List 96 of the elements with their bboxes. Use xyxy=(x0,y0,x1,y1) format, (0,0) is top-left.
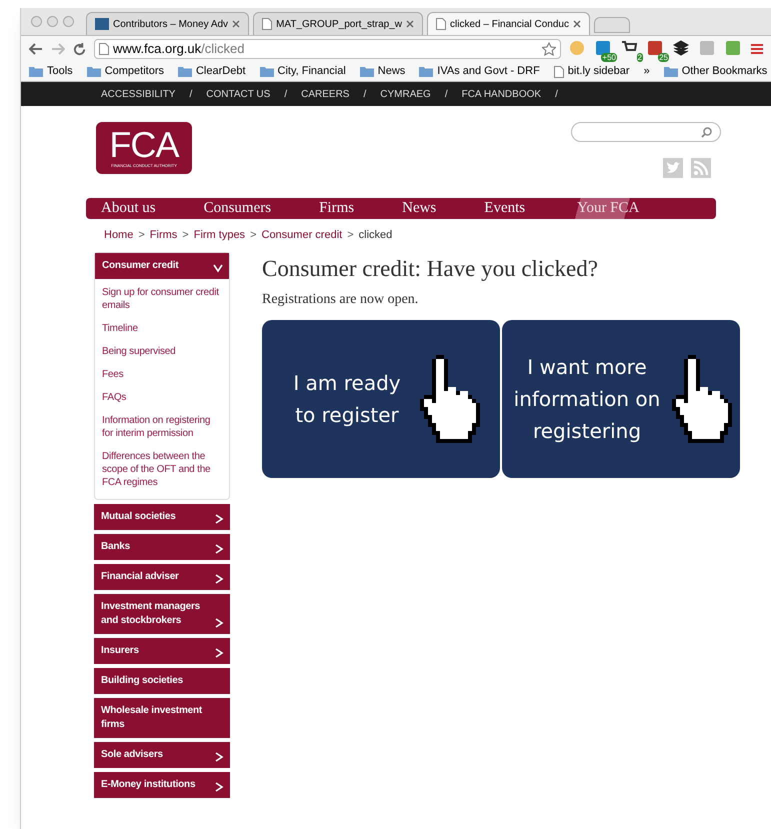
sidebar-link[interactable]: FAQs xyxy=(102,390,222,404)
bookmark[interactable]: City, Financial xyxy=(260,63,346,80)
browser-tab[interactable]: Contributors – Money Adv xyxy=(86,12,250,35)
bookmark[interactable]: Tools xyxy=(29,63,73,80)
chevron-icon xyxy=(214,544,224,554)
page-icon xyxy=(262,18,272,30)
extension-icon[interactable] xyxy=(673,40,689,56)
cta-button[interactable]: I want more information on registering xyxy=(502,320,740,478)
url-host: www.fca.org.uk xyxy=(113,40,202,58)
top-link[interactable]: CAREERS xyxy=(301,86,350,102)
page-heading: Consumer credit: Have you clicked? xyxy=(262,254,599,282)
page-icon xyxy=(436,18,446,30)
top-link[interactable]: CONTACT US xyxy=(206,86,270,102)
top-link[interactable]: FCA HANDBOOK xyxy=(462,86,542,102)
separator: / xyxy=(555,88,558,102)
page-icon xyxy=(99,43,109,55)
folder-icon xyxy=(360,66,374,77)
back-icon[interactable] xyxy=(29,43,43,55)
sidebar-item[interactable]: Consumer credit xyxy=(95,252,229,278)
sidebar-item[interactable]: Mutual societies xyxy=(94,504,230,530)
tab-title: clicked – Financial Conduc xyxy=(450,18,569,32)
separator: / xyxy=(444,88,448,102)
sidebar-item[interactable]: Financial adviser xyxy=(94,564,230,590)
page-icon xyxy=(554,66,564,78)
breadcrumb-separator: > xyxy=(182,228,189,243)
chevron-icon xyxy=(213,262,223,272)
tab-title: MAT_GROUP_port_strap_w xyxy=(276,18,402,32)
chevron-icon xyxy=(214,618,224,628)
search-icon xyxy=(701,126,712,138)
breadcrumb-item[interactable]: Consumer credit xyxy=(262,227,342,244)
top-link[interactable]: ACCESSIBILITY xyxy=(101,86,176,102)
sidebar-item[interactable]: Building societies xyxy=(94,668,230,694)
reload-icon[interactable] xyxy=(73,42,86,56)
sidebar-item[interactable]: Sole advisers xyxy=(94,742,230,768)
extension-badge: 25 xyxy=(658,53,669,62)
close-icon[interactable] xyxy=(406,20,414,28)
sidebar-link[interactable]: Timeline xyxy=(102,322,222,334)
sidebar-item[interactable]: Wholesale investment firms xyxy=(94,698,230,738)
sidebar-link[interactable]: Being supervised xyxy=(102,344,222,358)
sidebar-item[interactable]: E-Money institutions xyxy=(94,772,230,798)
folder-icon xyxy=(664,66,678,77)
extension-badge: +50 xyxy=(601,53,617,62)
folder-icon xyxy=(86,66,101,77)
site-icon xyxy=(95,18,109,30)
separator: / xyxy=(189,88,192,102)
nav-item[interactable]: News xyxy=(402,198,436,219)
intro-text: Registrations are now open. xyxy=(262,290,420,308)
bookmark[interactable]: bit.ly sidebar xyxy=(554,63,630,80)
close-icon[interactable] xyxy=(232,20,240,28)
chevron-icon xyxy=(214,648,224,658)
url-path: /clicked xyxy=(201,40,246,58)
breadcrumb-item[interactable]: Firm types xyxy=(194,227,246,244)
bookmark[interactable]: IVAs and Govt - DRF xyxy=(419,63,540,80)
breadcrumb-separator: > xyxy=(250,228,256,243)
sidebar-link[interactable]: Sign up for consumer credit emails xyxy=(102,286,222,312)
sidebar-link[interactable]: Fees xyxy=(102,368,222,380)
sidebar-link[interactable]: Differences between the scope of the OFT and the FCA regimes xyxy=(102,450,222,488)
nav-item[interactable]: About us xyxy=(101,198,156,219)
browser-tab[interactable]: MAT_GROUP_port_strap_w xyxy=(253,12,424,35)
folder-icon xyxy=(260,66,274,77)
sidebar-item[interactable]: Insurers xyxy=(94,638,230,664)
nav-item[interactable]: Events xyxy=(484,198,526,219)
bookmark[interactable]: ClearDebt xyxy=(178,63,246,80)
chevron-icon xyxy=(214,574,224,584)
extension-badge: 2 xyxy=(636,53,643,62)
search-field[interactable] xyxy=(571,122,721,142)
star-icon[interactable] xyxy=(542,42,556,56)
chevron-icon xyxy=(214,782,224,792)
top-link[interactable]: CYMRAEG xyxy=(380,86,431,102)
nav-item[interactable]: Firms xyxy=(319,198,354,219)
sidebar-item[interactable]: Investment managers and stockbrokers xyxy=(94,594,230,634)
chevron-icon xyxy=(214,752,224,762)
more-bookmarks[interactable]: » xyxy=(644,63,650,80)
breadcrumb-separator: > xyxy=(347,228,354,243)
folder-icon xyxy=(419,66,434,77)
sidebar-link[interactable]: Information on registering for interim permission xyxy=(102,414,222,440)
browser-tab[interactable]: clicked – Financial Conduc xyxy=(427,12,590,35)
breadcrumb-item[interactable]: Home xyxy=(104,227,134,244)
address-bar[interactable]: www.fca.org.uk/clicked xyxy=(94,39,561,59)
sidebar-item[interactable]: Banks xyxy=(94,534,230,560)
separator: / xyxy=(284,88,288,102)
menu-icon[interactable] xyxy=(751,43,763,55)
breadcrumb-separator: > xyxy=(138,228,145,243)
close-icon[interactable] xyxy=(572,20,581,28)
breadcrumb-item: clicked xyxy=(358,228,392,243)
cta-button[interactable]: I am ready to register xyxy=(262,320,500,478)
bookmark[interactable]: Competitors xyxy=(86,63,164,80)
bookmark[interactable]: News xyxy=(360,63,406,80)
folder-icon xyxy=(29,66,43,77)
tab-title: Contributors – Money Adv xyxy=(113,18,228,32)
other-bookmarks[interactable]: Other Bookmarks xyxy=(664,63,768,80)
separator: / xyxy=(363,88,366,102)
nav-item[interactable]: Consumers xyxy=(204,198,272,219)
chevron-icon xyxy=(214,514,224,524)
folder-icon xyxy=(178,66,192,77)
breadcrumb-item[interactable]: Firms xyxy=(150,227,178,244)
